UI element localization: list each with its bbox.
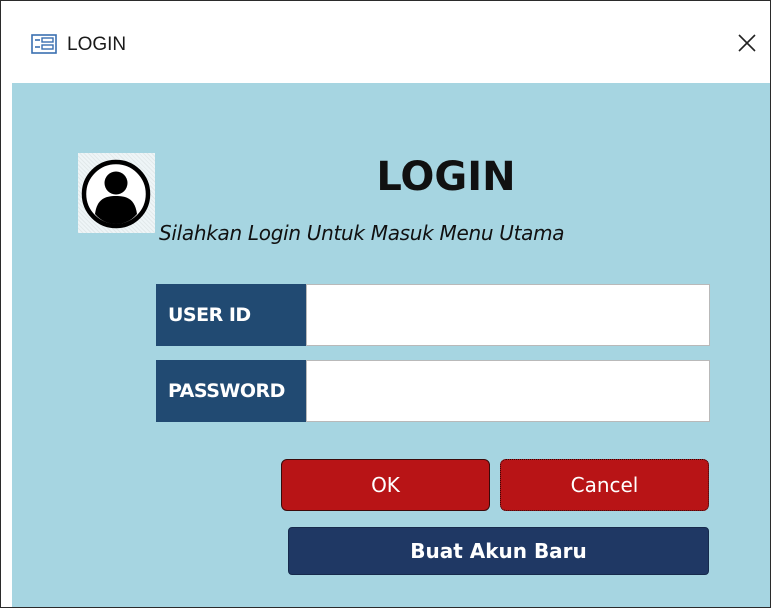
login-window: LOGIN LOGIN Silahkan Login Untuk Masuk M… (0, 0, 771, 608)
window-title: LOGIN (67, 34, 127, 55)
ok-button[interactable]: OK (281, 459, 490, 511)
create-account-button[interactable]: Buat Akun Baru (288, 527, 709, 575)
user-id-label: USER ID (156, 284, 306, 346)
cancel-button[interactable]: Cancel (500, 459, 709, 511)
page-title: LOGIN (376, 154, 516, 200)
form-icon (31, 34, 57, 54)
close-icon (738, 34, 756, 52)
close-button[interactable] (725, 21, 769, 65)
subtitle-text: Silahkan Login Untuk Masuk Menu Utama (159, 221, 565, 245)
title-bar[interactable]: LOGIN (1, 1, 770, 83)
password-label: PASSWORD (156, 360, 306, 422)
user-id-input[interactable] (306, 284, 710, 346)
user-avatar-icon (78, 153, 155, 233)
password-input[interactable] (306, 360, 710, 422)
